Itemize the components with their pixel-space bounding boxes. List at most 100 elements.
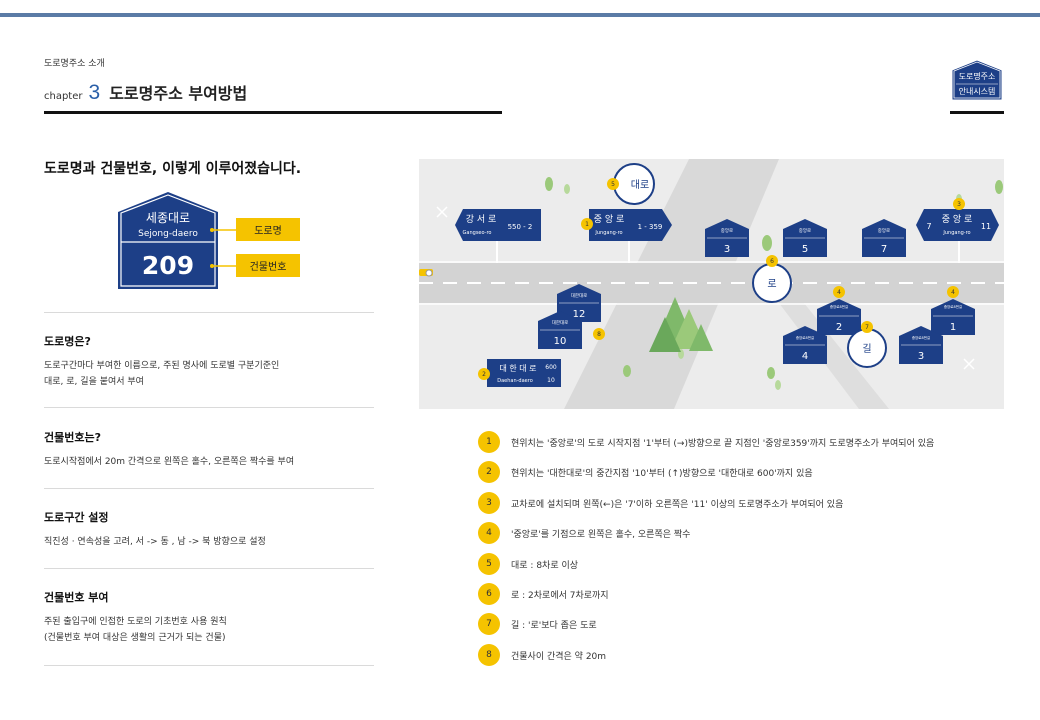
plate-number: 7 (881, 244, 887, 255)
info-item-number-assignment: 건물번호 부여 주된 출입구에 인접한 도로의 기초번호 사용 원칙 (건물번호… (44, 589, 374, 646)
info-desc: 도로시작점에서 20m 간격으로 왼쪽은 홀수, 오른쪽은 짝수를 부여 (44, 457, 295, 467)
sign-cross-name: 중 앙 로 (942, 213, 973, 225)
info-desc: 도로구간마다 부여한 이름으로, 주된 명사에 도로별 구분기준인 대로, 로,… (44, 361, 280, 387)
sign-daehan-top: 600 (545, 364, 557, 371)
sign-cross-left: 7 (926, 222, 931, 231)
sign-road-name-en: Sejong-daero (138, 229, 198, 239)
legend-item-3: 3 교차로에 설치되며 왼쪽(←)은 '7'이하 오른쪽은 '11' 이상의 도… (478, 492, 1018, 514)
section-title: 도로명과 건물번호, 이렇게 이루어졌습니다. (44, 161, 302, 177)
plate-number: 2 (836, 322, 842, 333)
legend-number: 7 (478, 613, 500, 635)
plate-number: 4 (802, 351, 808, 362)
svg-text:4: 4 (951, 289, 955, 296)
info-title: 도로명은? (44, 335, 91, 348)
breadcrumb: 도로명주소 소개 (44, 59, 105, 69)
svg-text:7: 7 (865, 324, 869, 331)
svg-text:대한대로: 대한대로 (571, 292, 588, 299)
legend-text: 로 : 2차로에서 7차로까지 (511, 590, 609, 601)
sign-gangseo-range: 550 - 2 (508, 223, 533, 231)
legend-item-8: 8 건물사이 간격은 약 20m (478, 644, 1018, 666)
legend-number: 6 (478, 583, 500, 605)
sign-daehan: 대 한 대 로 Daehan-daero 600 10 (487, 359, 561, 387)
legend-item-2: 2 현위치는 '대한대로'의 중간지점 '10'부터 (↑)방향으로 '대한대로… (478, 461, 1018, 483)
sign-daehan-name: 대 한 대 로 (499, 364, 536, 373)
info-title: 도로구간 설정 (44, 511, 109, 524)
info-item-road-name: 도로명은? 도로구간마다 부여한 이름으로, 주된 명사에 도로별 구분기준인 … (44, 333, 374, 390)
legend-text: '중앙로'를 기점으로 왼쪽은 홀수, 오른쪽은 짝수 (511, 529, 691, 540)
svg-text:8: 8 (597, 331, 601, 338)
sign-jungang-name: 중 앙 로 (594, 213, 625, 225)
svg-text:중앙로8번길: 중앙로8번길 (944, 304, 962, 309)
divider (44, 665, 374, 666)
title-underline (44, 111, 502, 114)
sign-jungang-range: 1 - 359 (638, 223, 663, 231)
info-desc: 직진성 · 연속성을 고려, 서 -> 동 , 남 -> 북 방향으로 설정 (44, 537, 266, 547)
legend-number: 3 (478, 492, 500, 514)
legend-text: 건물사이 간격은 약 20m (511, 651, 607, 662)
chapter-number: 3 (88, 81, 101, 104)
divider (44, 312, 374, 313)
chapter-word: chapter (44, 91, 83, 102)
svg-text:3: 3 (957, 201, 961, 208)
plate-number: 3 (918, 351, 924, 362)
label-road-name: 도로명 (254, 225, 282, 237)
svg-text:중앙로8번길: 중앙로8번길 (830, 304, 848, 309)
legend-item-5: 5 대로 : 8차로 이상 (478, 553, 1018, 575)
plate-number: 1 (950, 322, 956, 333)
svg-text:로: 로 (767, 279, 776, 290)
info-item-building-number: 건물번호는? 도로시작점에서 20m 간격으로 왼쪽은 홀수, 오른쪽은 짝수를… (44, 429, 374, 470)
sign-daehan-en: Daehan-daero (497, 378, 533, 384)
svg-text:중앙로8번길: 중앙로8번길 (796, 335, 814, 340)
circle-ro: 로 (752, 263, 792, 303)
legend-item-4: 4 '중앙로'를 기점으로 왼쪽은 홀수, 오른쪽은 짝수 (478, 522, 1018, 544)
info-title: 건물번호는? (44, 431, 101, 444)
plate-number: 3 (724, 244, 730, 255)
page-title: 도로명주소 부여방법 (109, 84, 248, 103)
logo-line1: 도로명주소 (959, 71, 996, 81)
divider (44, 488, 374, 489)
info-title: 건물번호 부여 (44, 591, 109, 604)
sign-daehan-bottom: 10 (547, 377, 555, 384)
svg-text:중앙로: 중앙로 (878, 227, 890, 234)
legend-number: 8 (478, 644, 500, 666)
svg-text:중앙로: 중앙로 (799, 227, 811, 234)
logo-badge[interactable]: 도로명주소 안내시스템 (950, 58, 1004, 102)
sign-building-number: 209 (142, 251, 194, 280)
legend-text: 대로 : 8차로 이상 (511, 560, 579, 571)
svg-text:1: 1 (585, 221, 589, 228)
legend-number: 4 (478, 522, 500, 544)
logo-underline (950, 111, 1004, 114)
legend-text: 현위치는 '대한대로'의 중간지점 '10'부터 (↑)방향으로 '대한대로 6… (511, 468, 813, 479)
sign-road-name: 세종대로 (146, 211, 190, 225)
sign-gangseo-en: Gangseo-ro (463, 230, 492, 236)
svg-text:6: 6 (770, 258, 774, 265)
example-road-sign: 세종대로 Sejong-daero 209 도로명 건물번호 (118, 192, 300, 289)
svg-text:길: 길 (862, 342, 871, 355)
legend-number: 1 (478, 431, 500, 453)
legend-text: 현위치는 '중앙로'의 도로 시작지점 '1'부터 (→)방향으로 끝 지점인 … (511, 438, 935, 449)
plate-number: 5 (802, 244, 808, 255)
label-building-number: 건물번호 (250, 261, 287, 273)
divider (44, 568, 374, 569)
circle-daero: 대로 (613, 163, 655, 205)
svg-text:대로: 대로 (631, 179, 649, 191)
svg-text:대한대로: 대한대로 (552, 319, 569, 326)
divider (44, 407, 374, 408)
svg-text:중앙로: 중앙로 (721, 227, 733, 234)
sign-cross-right: 11 (981, 222, 991, 231)
circle-gil: 길 (847, 328, 887, 368)
svg-text:5: 5 (611, 181, 615, 188)
sign-cross-en: Jungang-ro (942, 230, 970, 236)
legend-number: 2 (478, 461, 500, 483)
legend-number: 5 (478, 553, 500, 575)
info-item-road-section: 도로구간 설정 직진성 · 연속성을 고려, 서 -> 동 , 남 -> 북 방… (44, 509, 374, 550)
top-bar (0, 13, 1040, 17)
logo-line2: 안내시스템 (959, 86, 996, 96)
legend-text: 교차로에 설치되며 왼쪽(←)은 '7'이하 오른쪽은 '11' 이상의 도로명… (511, 499, 844, 510)
info-desc: 주된 출입구에 인접한 도로의 기초번호 사용 원칙 (건물번호 부여 대상은 … (44, 617, 227, 643)
svg-text:4: 4 (837, 289, 841, 296)
svg-text:중앙로8번길: 중앙로8번길 (912, 335, 930, 340)
road-address-map: 강 서 로 Gangseo-ro 550 - 2 중 앙 로 Jungang-r… (419, 159, 1004, 409)
chapter-heading: chapter 3 도로명주소 부여방법 (44, 80, 247, 105)
svg-text:2: 2 (482, 371, 486, 378)
